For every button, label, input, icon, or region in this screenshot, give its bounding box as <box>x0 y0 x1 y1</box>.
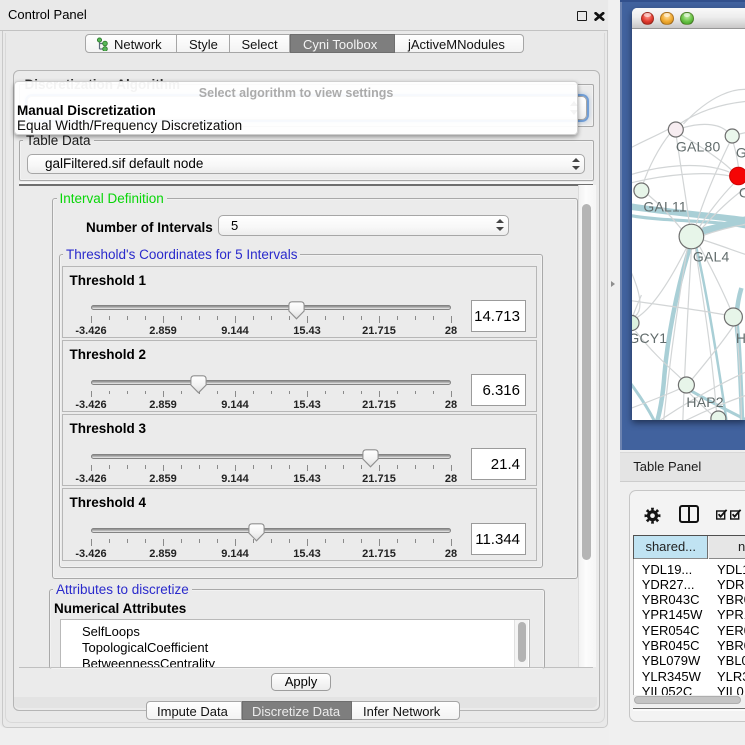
svg-text:H: H <box>735 330 744 346</box>
svg-text:GCY1: GCY1 <box>632 330 667 346</box>
svg-text:HAP2: HAP2 <box>686 394 723 410</box>
svg-text:C: C <box>738 185 744 201</box>
svg-text:GAL4: GAL4 <box>692 248 729 264</box>
svg-text:GA: GA <box>735 145 744 161</box>
svg-text:GAL80: GAL80 <box>675 139 720 155</box>
svg-text:GAL11: GAL11 <box>643 198 687 214</box>
